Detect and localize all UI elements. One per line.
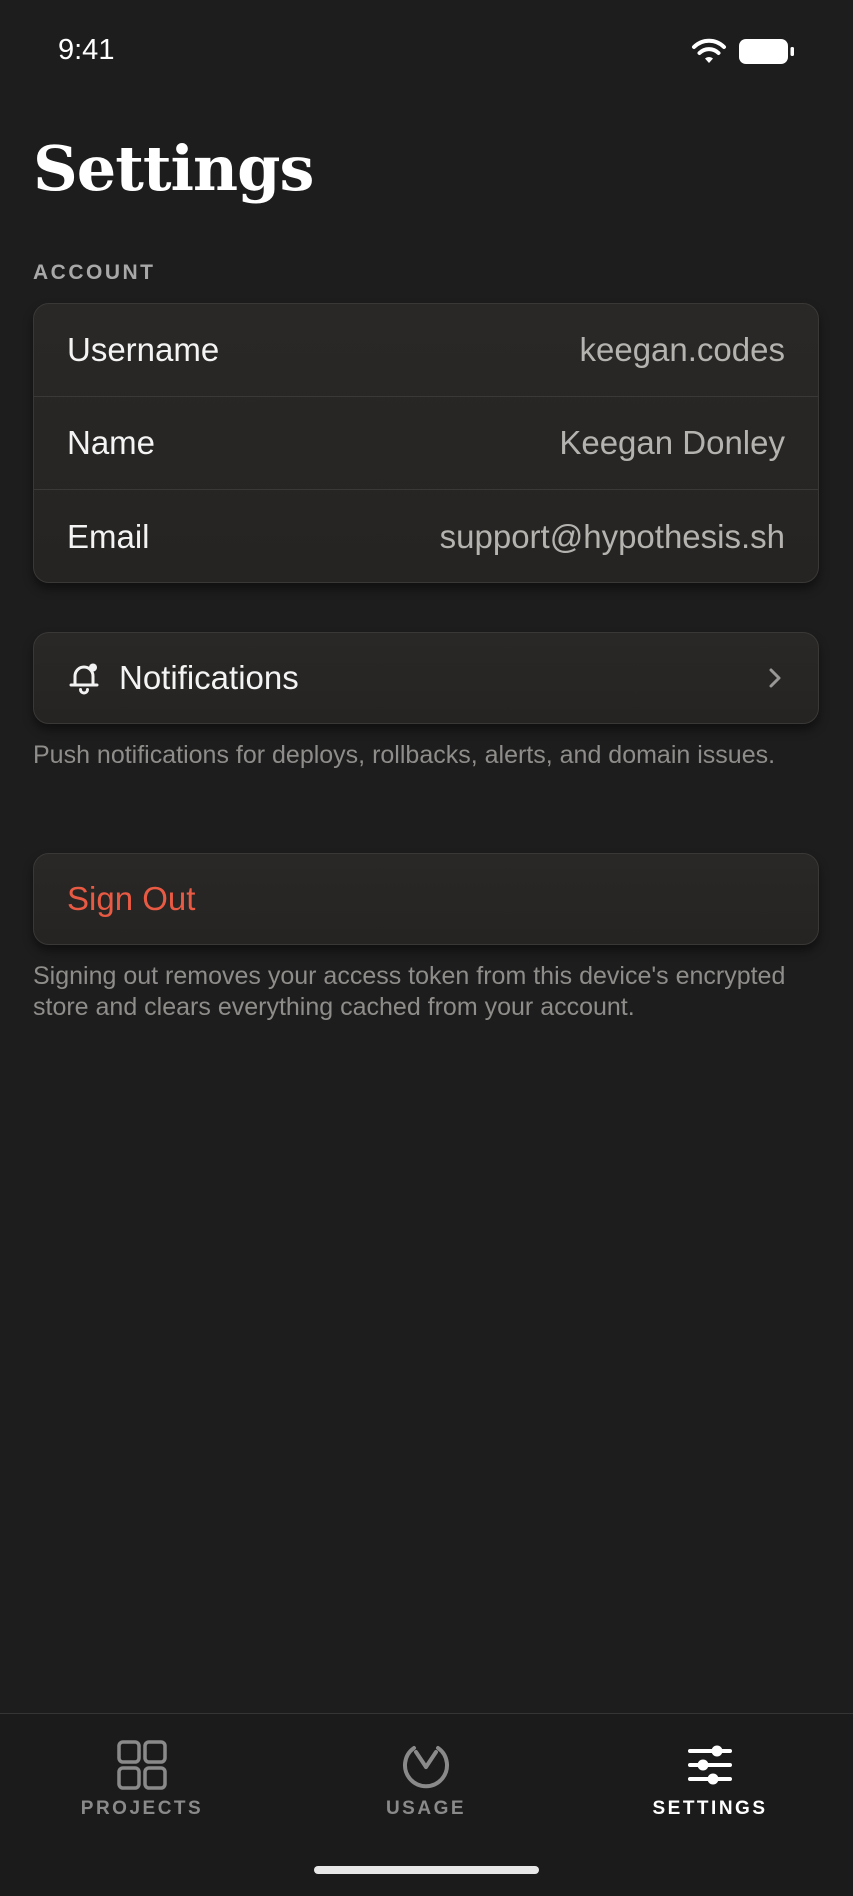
notifications-label: Notifications: [119, 659, 299, 696]
username-label: Username: [67, 331, 220, 368]
name-row: Name Keegan Donley: [34, 397, 818, 490]
sliders-icon: [688, 1745, 732, 1785]
chevron-right-icon: [769, 668, 781, 688]
account-section-header: ACCOUNT: [33, 261, 156, 284]
notifications-footnote: Push notifications for deploys, rollback…: [33, 741, 776, 769]
tab-settings[interactable]: SETTINGS: [568, 1714, 852, 1844]
wifi-icon: [692, 38, 726, 63]
tab-usage[interactable]: USAGE: [284, 1714, 568, 1844]
bell-icon: [69, 663, 99, 695]
account-card: Username keegan.codes Name Keegan Donley…: [33, 303, 819, 583]
tab-projects[interactable]: PROJECTS: [0, 1714, 284, 1844]
status-time: 9:41: [58, 34, 115, 66]
username-row: Username keegan.codes: [34, 304, 818, 397]
notifications-button[interactable]: Notifications: [33, 632, 819, 724]
gauge-icon: [403, 1746, 449, 1789]
username-value: keegan.codes: [579, 331, 786, 368]
sign-out-footnote: Signing out removes your access token fr…: [33, 962, 786, 1021]
page-title: Settings: [33, 132, 314, 205]
name-value: Keegan Donley: [559, 424, 785, 461]
sign-out-button[interactable]: Sign Out: [33, 853, 819, 945]
tab-settings-label: SETTINGS: [652, 1798, 768, 1819]
battery-icon: [739, 39, 794, 64]
settings-screen: 9:41 Settings ACCOUNT Username keegan.co…: [0, 0, 853, 1896]
name-label: Name: [67, 424, 156, 461]
sign-out-label: Sign Out: [67, 880, 196, 917]
grid-icon: [117, 1740, 167, 1790]
status-bar: 9:41: [0, 0, 853, 100]
email-value: support@hypothesis.sh: [439, 517, 785, 555]
tab-usage-label: USAGE: [385, 1798, 467, 1819]
email-label: Email: [67, 517, 150, 555]
home-indicator: [314, 1866, 539, 1874]
email-row: Email support@hypothesis.sh: [34, 490, 818, 582]
tab-projects-label: PROJECTS: [80, 1798, 204, 1819]
